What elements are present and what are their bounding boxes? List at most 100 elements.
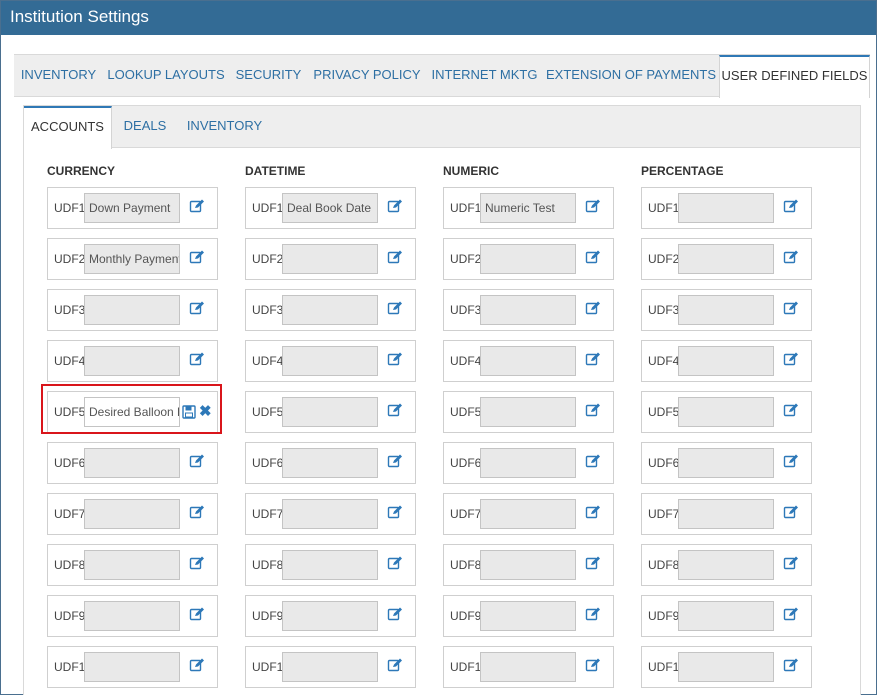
edit-icon[interactable] [189, 504, 205, 520]
edit-icon[interactable] [387, 504, 403, 520]
udf-label: UDF1 [450, 201, 482, 215]
udf-name-input[interactable]: Down Payment [84, 193, 180, 223]
udf-label: UDF2 [54, 252, 86, 266]
edit-icon[interactable] [189, 606, 205, 622]
tab-user-defined-fields[interactable]: USER DEFINED FIELDS [719, 55, 870, 98]
edit-icon[interactable] [783, 249, 799, 265]
edit-icon[interactable] [189, 249, 205, 265]
percentage-udf-row: UDF8 [641, 544, 812, 586]
udf-label: UDF9 [450, 609, 482, 623]
udf-name-input[interactable] [480, 499, 576, 529]
edit-icon[interactable] [387, 351, 403, 367]
edit-icon[interactable] [783, 198, 799, 214]
edit-icon[interactable] [783, 504, 799, 520]
udf-name-input[interactable] [282, 601, 378, 631]
udf-name-input[interactable] [480, 448, 576, 478]
udf-name-input[interactable] [282, 550, 378, 580]
tab-privacy-policy[interactable]: PRIVACY POLICY [308, 55, 426, 97]
edit-icon[interactable] [387, 453, 403, 469]
edit-icon[interactable] [585, 453, 601, 469]
udf-name-input[interactable] [84, 448, 180, 478]
save-icon[interactable] [182, 405, 196, 419]
edit-icon[interactable] [189, 453, 205, 469]
udf-name-input[interactable] [282, 448, 378, 478]
tab-extension-of-payments[interactable]: EXTENSION OF PAYMENTS [543, 55, 719, 97]
edit-icon[interactable] [189, 300, 205, 316]
edit-icon[interactable] [783, 453, 799, 469]
udf-name-input[interactable] [84, 499, 180, 529]
udf-name-input[interactable] [282, 397, 378, 427]
udf-label: UDF1 [648, 201, 680, 215]
tab-security[interactable]: SECURITY [229, 55, 308, 97]
edit-icon[interactable] [783, 555, 799, 571]
tab-internet-mktg[interactable]: INTERNET MKTG [426, 55, 543, 97]
udf-name-input[interactable] [678, 601, 774, 631]
udf-name-input[interactable]: Desired Balloon Payment [84, 397, 180, 427]
udf-name-input[interactable] [84, 601, 180, 631]
udf-name-input[interactable] [480, 397, 576, 427]
edit-icon[interactable] [783, 606, 799, 622]
udf-name-input[interactable] [282, 346, 378, 376]
edit-icon[interactable] [189, 351, 205, 367]
udf-name-input[interactable] [678, 244, 774, 274]
udf-name-input[interactable] [678, 346, 774, 376]
edit-icon[interactable] [585, 606, 601, 622]
udf-label: UDF7 [54, 507, 86, 521]
subtab-inventory[interactable]: INVENTORY [178, 106, 271, 148]
udf-name-input[interactable] [480, 346, 576, 376]
udf-name-input[interactable] [678, 397, 774, 427]
edit-icon[interactable] [585, 657, 601, 673]
udf-name-input[interactable]: Numeric Test [480, 193, 576, 223]
numeric-udf-row: UDF6 [443, 442, 614, 484]
edit-icon[interactable] [585, 351, 601, 367]
edit-icon[interactable] [189, 198, 205, 214]
udf-name-input[interactable] [480, 652, 576, 682]
udf-name-input[interactable] [678, 295, 774, 325]
close-icon[interactable]: ✖ [199, 404, 212, 419]
edit-icon[interactable] [783, 351, 799, 367]
udf-name-input[interactable] [480, 601, 576, 631]
edit-icon[interactable] [387, 249, 403, 265]
edit-icon[interactable] [387, 606, 403, 622]
edit-icon[interactable] [585, 249, 601, 265]
edit-icon[interactable] [189, 555, 205, 571]
edit-icon[interactable] [189, 657, 205, 673]
udf-name-input[interactable] [480, 244, 576, 274]
udf-name-input[interactable] [480, 295, 576, 325]
udf-name-input[interactable] [480, 550, 576, 580]
edit-icon[interactable] [783, 300, 799, 316]
tab-lookup-layouts[interactable]: LOOKUP LAYOUTS [103, 55, 229, 97]
udf-name-input[interactable]: Monthly Payment [84, 244, 180, 274]
udf-name-input[interactable]: Deal Book Date [282, 193, 378, 223]
edit-icon[interactable] [387, 555, 403, 571]
subtab-accounts[interactable]: ACCOUNTS [24, 106, 112, 149]
udf-name-input[interactable] [84, 550, 180, 580]
edit-icon[interactable] [585, 198, 601, 214]
udf-name-input[interactable] [84, 346, 180, 376]
edit-icon[interactable] [387, 402, 403, 418]
numeric-udf-row: UDF2 [443, 238, 614, 280]
udf-name-input[interactable] [282, 499, 378, 529]
percentage-udf-row: UDF9 [641, 595, 812, 637]
edit-icon[interactable] [585, 555, 601, 571]
edit-icon[interactable] [585, 504, 601, 520]
udf-name-input[interactable] [282, 295, 378, 325]
subtab-deals[interactable]: DEALS [112, 106, 178, 148]
edit-icon[interactable] [783, 402, 799, 418]
udf-name-input[interactable] [282, 652, 378, 682]
udf-name-input[interactable] [678, 448, 774, 478]
udf-name-input[interactable] [84, 652, 180, 682]
udf-name-input[interactable] [84, 295, 180, 325]
edit-icon[interactable] [585, 300, 601, 316]
edit-icon[interactable] [783, 657, 799, 673]
udf-name-input[interactable] [282, 244, 378, 274]
edit-icon[interactable] [387, 657, 403, 673]
tab-inventory[interactable]: INVENTORY [14, 55, 103, 97]
edit-icon[interactable] [387, 300, 403, 316]
udf-name-input[interactable] [678, 550, 774, 580]
udf-name-input[interactable] [678, 652, 774, 682]
udf-name-input[interactable] [678, 193, 774, 223]
edit-icon[interactable] [585, 402, 601, 418]
edit-icon[interactable] [387, 198, 403, 214]
udf-name-input[interactable] [678, 499, 774, 529]
